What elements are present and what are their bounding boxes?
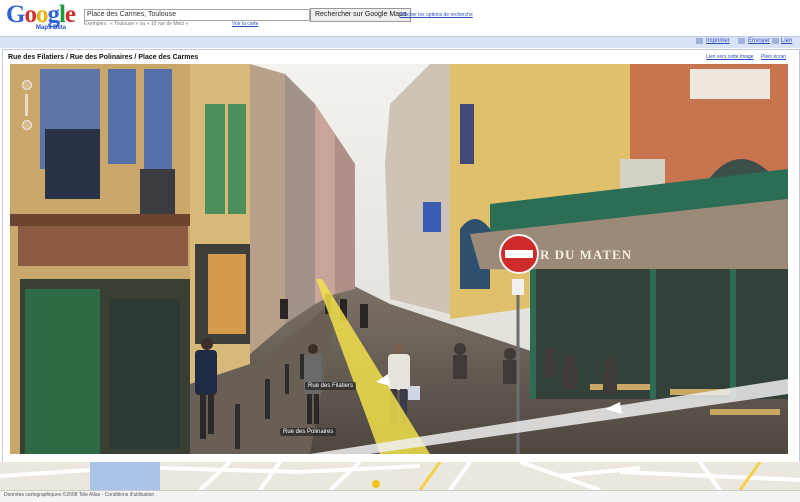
cafe-frame [650,269,656,399]
no-entry-bar [505,250,533,258]
logo-letter: e [64,1,76,28]
green-shutter [228,104,246,214]
view-map-link[interactable]: Voir la carte [232,21,258,27]
building-left-4 [285,74,315,324]
status-text: Données cartographiques ©2008 Tele Atlas… [4,492,155,498]
link-icon[interactable] [772,38,779,44]
address-title: Rue des Filatiers / Rue des Polinaires /… [8,54,199,61]
map-pegman-marker[interactable] [372,480,380,488]
balcony [690,69,770,99]
shop-window [110,299,180,449]
building-left-3 [250,64,285,354]
sign-plate [512,279,524,295]
send-link[interactable]: Envoyer [748,38,770,44]
logo-letter: o [35,1,48,28]
search-options-link[interactable]: Afficher les options de recherche [400,12,473,18]
print-link[interactable]: Imprimer [706,38,730,44]
street-label-polinaires[interactable]: Rue des Polinaires [280,428,337,436]
building-right-far [385,64,450,314]
link-to-image[interactable]: Lien vers cette image [706,54,754,60]
green-shutter [205,104,225,214]
cafe-sign: R DU MATEN [540,247,633,262]
search-input[interactable] [84,9,310,21]
zoom-slider[interactable] [25,94,28,116]
window-balcony [45,129,100,199]
logo-letter: g [47,1,59,28]
cafe-frame [730,269,736,399]
mail-icon[interactable] [738,38,745,44]
mini-map[interactable] [0,462,800,490]
logo-subtitle: Maps Beta [36,25,67,31]
logo-letter: G [6,1,25,28]
window [460,104,474,164]
terrace-table [710,409,780,415]
print-icon[interactable] [696,38,703,44]
street-view-image[interactable]: Rue des Filatiers Rue des Polinaires R D… [10,64,788,454]
zoom-out-icon[interactable] [22,120,32,130]
panel-links: Lien vers cette image Plein écran [700,54,786,60]
blue-shutter [108,69,136,164]
toolbar-rule [0,36,800,48]
zoom-control[interactable] [22,80,32,132]
lit-shop-interior [208,254,246,334]
street-label-filatiers[interactable]: Rue des Filatiers [305,382,357,390]
fullscreen-link[interactable]: Plein écran [761,54,786,60]
cafe-frame [530,269,536,399]
link-link[interactable]: Lien [781,38,792,44]
blue-shutter [144,69,172,174]
zoom-in-icon[interactable] [22,80,32,90]
green-shop-door [25,289,100,454]
street-scene [10,64,788,454]
search-button[interactable]: Rechercher sur Google Maps [310,8,412,22]
mini-map-roads [0,462,800,490]
blue-window [423,202,441,232]
search-tip: Exemples : « Toulouse » ou « 10 rue de M… [84,21,189,27]
status-bar: Données cartographiques ©2008 Tele Atlas… [0,490,800,502]
header: Google Maps Beta Rechercher sur Google M… [0,0,800,36]
shop-awning [18,226,188,266]
building-left-5 [315,104,335,304]
terrace-table [590,384,650,390]
cornice [10,214,190,226]
logo-letter: o [24,1,36,28]
